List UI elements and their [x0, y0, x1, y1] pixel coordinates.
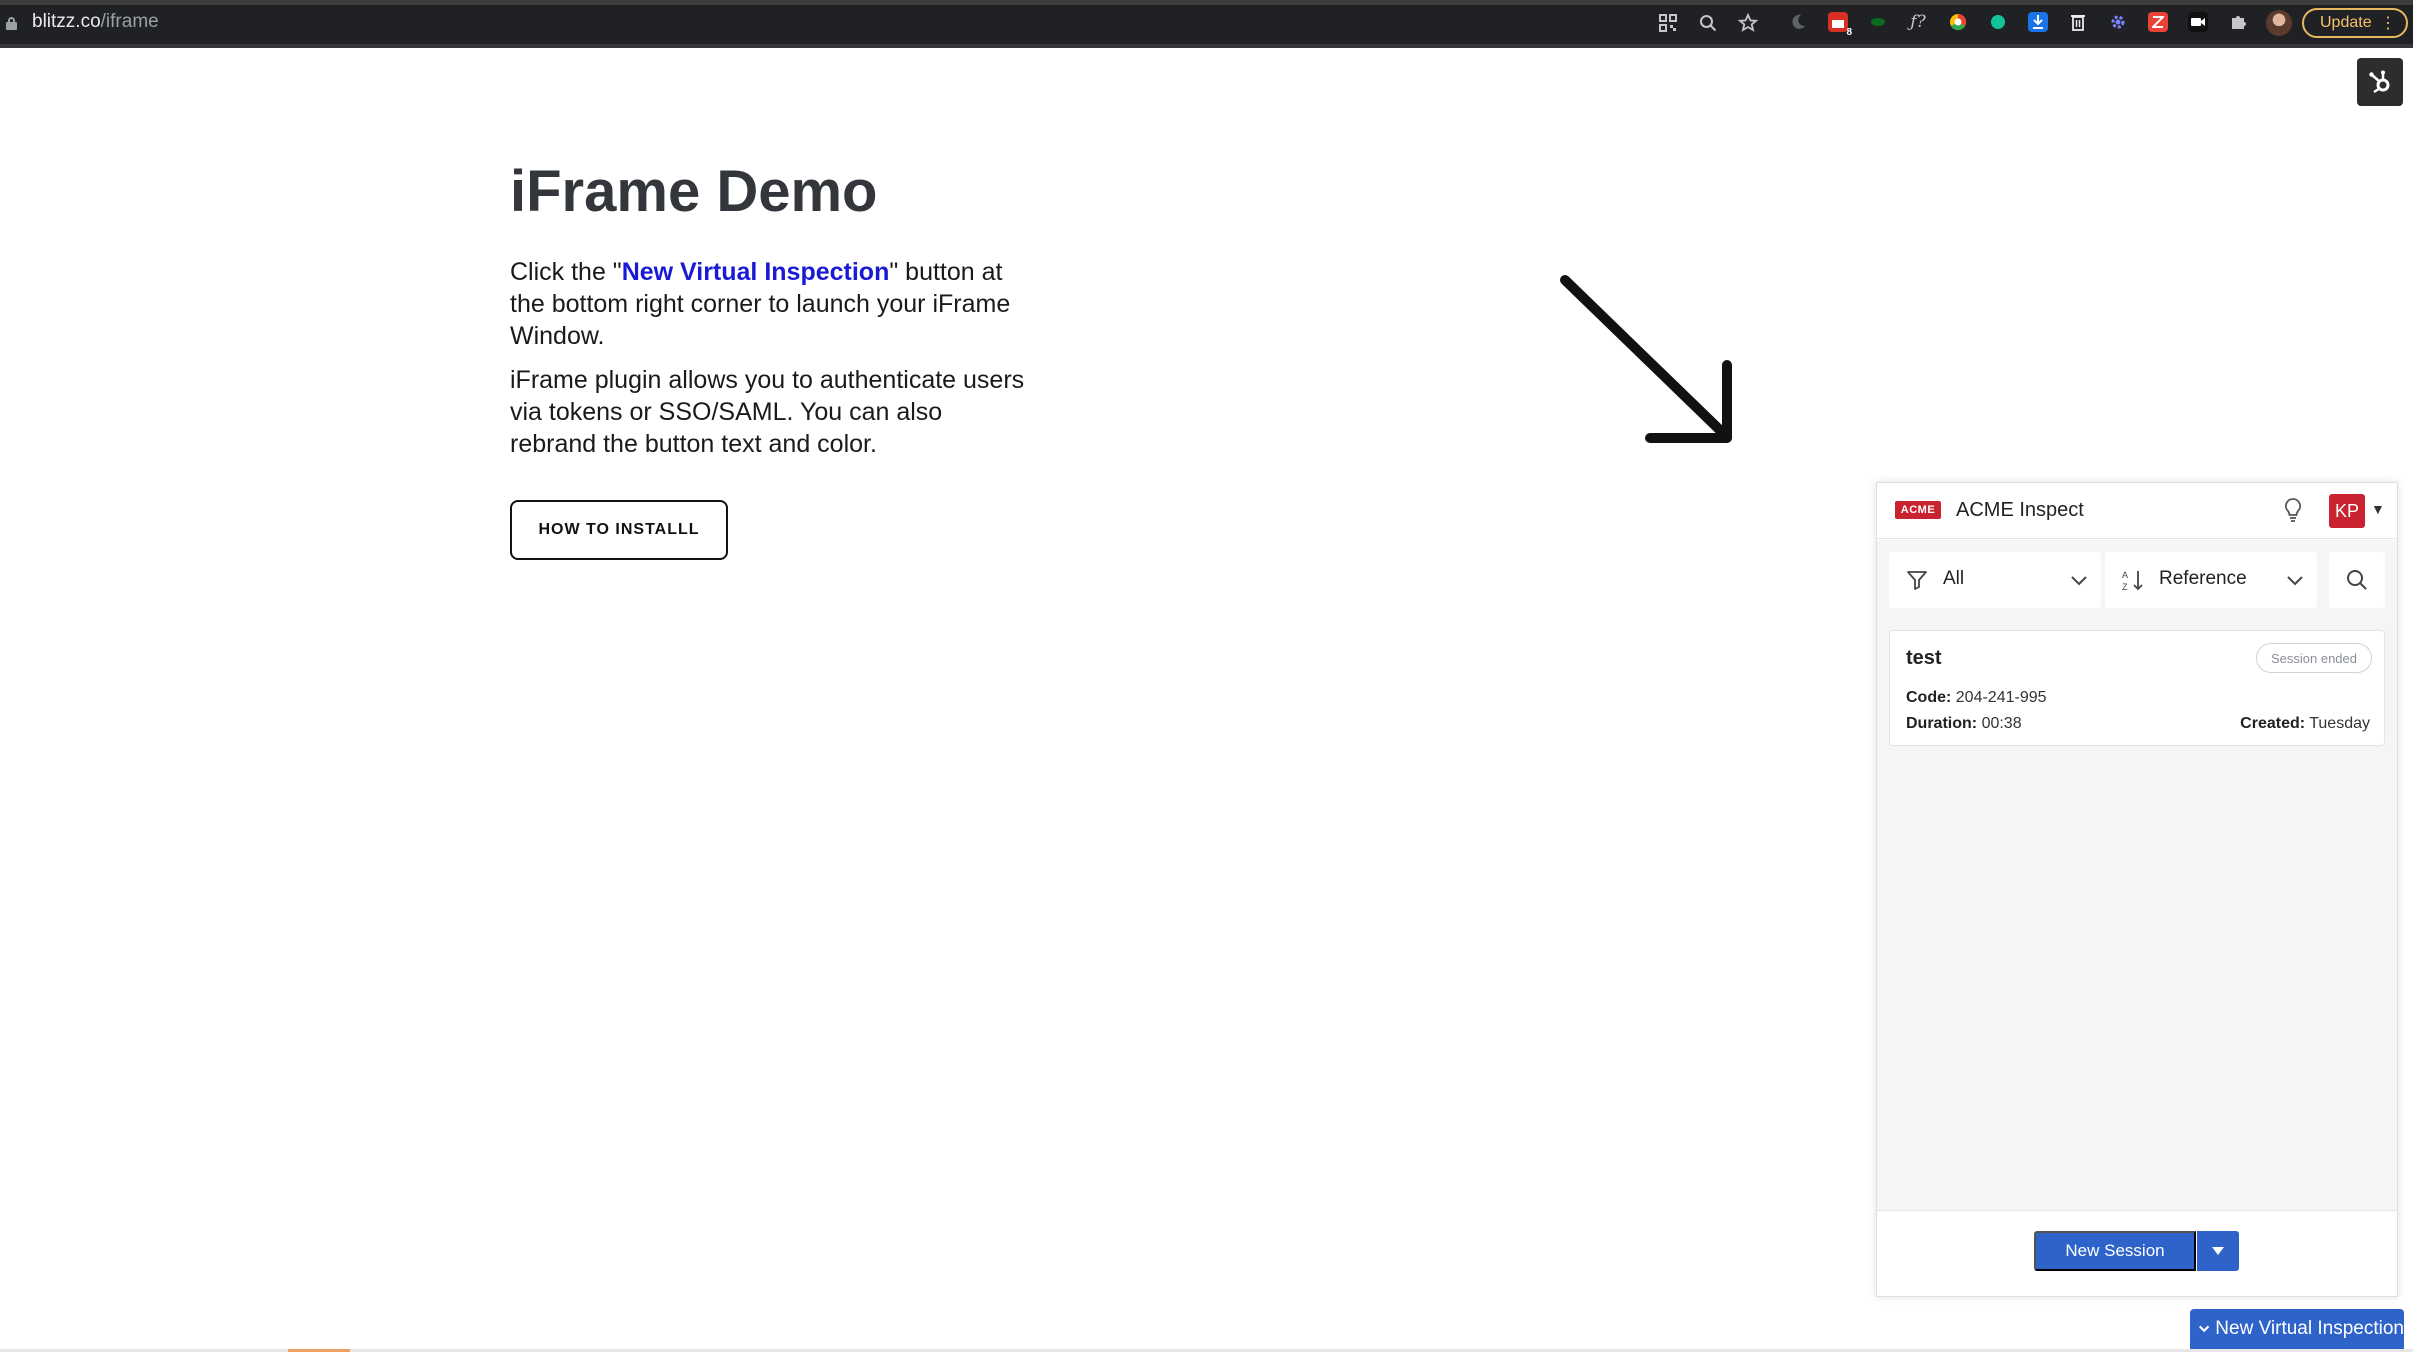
acme-inspect-panel: ACME ACME Inspect KP ▼ All AZ Reference …: [1876, 482, 2398, 1297]
svg-text:Z: Z: [2122, 582, 2128, 592]
panel-header: ACME ACME Inspect KP ▼: [1877, 483, 2397, 539]
acme-logo: ACME: [1895, 501, 1941, 519]
filter-dropdown[interactable]: All: [1889, 552, 2101, 608]
hubspot-sprocket-icon[interactable]: [2357, 58, 2403, 106]
trash-extension-icon[interactable]: [2068, 12, 2088, 32]
page-title: iFrame Demo: [510, 159, 878, 224]
camera-extension-icon[interactable]: [2188, 12, 2208, 32]
panel-body: All AZ Reference test Session ended Code…: [1877, 540, 2397, 1210]
bookmark-star-icon[interactable]: [1736, 11, 1760, 35]
session-duration: Duration: 00:38: [1906, 715, 2022, 733]
chevron-down-icon: [2071, 576, 2087, 586]
code-value: 204-241-995: [1955, 689, 2047, 706]
chevron-down-icon: [2198, 1325, 2210, 1333]
svg-text:A: A: [2122, 570, 2128, 580]
lightbulb-icon[interactable]: [2281, 497, 2305, 523]
caret-down-icon: [2212, 1247, 2224, 1255]
session-title: test: [1906, 647, 1942, 669]
sort-label: Reference: [2159, 568, 2247, 589]
new-virtual-inspection-label: New Virtual Inspection: [2215, 1318, 2404, 1339]
new-virtual-inspection-highlight: New Virtual Inspection: [621, 258, 890, 286]
created-label: Created:: [2240, 715, 2306, 732]
font-extension-icon[interactable]: ƒ?: [1908, 12, 1928, 32]
duration-label: Duration:: [1906, 715, 1978, 732]
profile-avatar-icon[interactable]: [2266, 10, 2292, 36]
app-title: ACME Inspect: [1956, 499, 2084, 521]
chevron-down-icon: [2287, 576, 2303, 586]
update-button[interactable]: Update ⋮: [2302, 8, 2408, 38]
intro-paragraph: Click the "New Virtual Inspection" butto…: [510, 256, 1030, 352]
green-leaf-extension-icon[interactable]: [1868, 12, 1888, 32]
session-created: Created: Tuesday: [2240, 715, 2370, 733]
more-menu-icon: ⋮: [2380, 15, 2396, 32]
session-card[interactable]: test Session ended Code: 204-241-995 Dur…: [1889, 630, 2385, 746]
update-button-label: Update: [2320, 14, 2372, 31]
pointer-arrow-icon: [1560, 275, 1732, 443]
panel-footer: New Session: [1877, 1210, 2397, 1296]
browser-toolbar-border: [0, 44, 2413, 48]
qr-code-icon[interactable]: [1656, 11, 1680, 35]
new-session-options-button[interactable]: [2197, 1231, 2239, 1271]
sort-az-icon: AZ: [2122, 570, 2143, 592]
session-status-badge: Session ended: [2255, 643, 2372, 673]
search-icon: [2347, 570, 2367, 590]
calendar-extension-icon[interactable]: [1828, 12, 1852, 38]
filter-funnel-icon: [1907, 571, 1927, 590]
new-session-button[interactable]: New Session: [2034, 1231, 2196, 1271]
plugin-description-paragraph: iFrame plugin allows you to authenticate…: [510, 366, 1025, 458]
intro-prefix: Click the ": [510, 258, 622, 286]
code-label: Code:: [1906, 689, 1952, 706]
download-extension-icon[interactable]: [2028, 12, 2048, 32]
browser-toolbar: [0, 0, 2413, 48]
gear-extension-icon[interactable]: [2108, 12, 2128, 32]
user-avatar[interactable]: KP: [2329, 494, 2365, 528]
dark-mode-extension-icon[interactable]: [1788, 12, 1808, 32]
extensions-puzzle-icon[interactable]: [2228, 12, 2248, 32]
grammarly-extension-icon[interactable]: [1988, 12, 2008, 32]
z-extension-icon[interactable]: [2148, 12, 2168, 32]
sort-dropdown[interactable]: AZ Reference: [2105, 552, 2317, 608]
search-button[interactable]: [2329, 552, 2385, 608]
url-path: /iframe: [100, 11, 159, 32]
address-bar[interactable]: blitzz.co/iframe: [32, 11, 159, 33]
how-to-install-button[interactable]: HOW TO INSTALLL: [510, 500, 728, 560]
duration-value: 00:38: [1981, 715, 2022, 732]
url-domain: blitzz.co: [32, 11, 101, 32]
session-code: Code: 204-241-995: [1906, 689, 2047, 707]
user-menu-caret-icon[interactable]: ▼: [2371, 501, 2385, 517]
filter-label: All: [1943, 568, 1965, 589]
chrome-color-extension-icon[interactable]: [1948, 12, 1968, 32]
new-virtual-inspection-button[interactable]: New Virtual Inspection: [2190, 1309, 2404, 1349]
zoom-icon[interactable]: [1696, 11, 1720, 35]
lock-icon[interactable]: [6, 17, 17, 30]
created-value: Tuesday: [2309, 715, 2370, 732]
